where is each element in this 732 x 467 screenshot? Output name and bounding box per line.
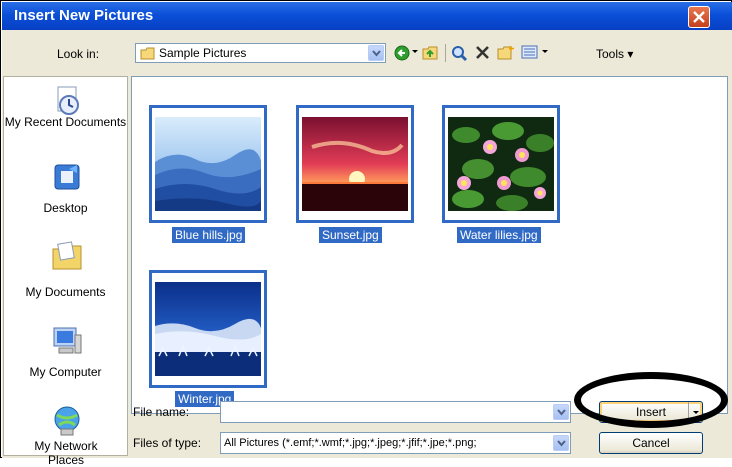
- cancel-button-label: Cancel: [632, 436, 670, 450]
- file-name-sunset[interactable]: Sunset.jpg: [319, 227, 382, 243]
- insert-pictures-dialog: Insert New Pictures Look in: Sample Pict…: [0, 0, 732, 467]
- look-in-dropdown-arrow[interactable]: [368, 45, 384, 61]
- cancel-button[interactable]: Cancel: [599, 432, 703, 454]
- views-icon[interactable]: [521, 45, 539, 60]
- file-type-label: Files of type:: [133, 436, 202, 450]
- look-in-label: Look in:: [57, 47, 100, 61]
- dialog-title: Insert New Pictures: [14, 7, 154, 24]
- file-name-input[interactable]: [220, 401, 571, 423]
- up-folder-icon[interactable]: [422, 45, 439, 61]
- dialog-body: Look in: Sample Pictures Tools ▾ My Rece…: [2, 30, 732, 467]
- insert-dropdown-icon: [693, 411, 699, 414]
- file-name-blue-hills[interactable]: Blue hills.jpg: [172, 227, 246, 243]
- tools-menu[interactable]: Tools ▾: [596, 47, 633, 61]
- places-bar: My Recent Documents Desktop My Documents…: [3, 76, 128, 467]
- thumbnail-water-lilies[interactable]: [442, 105, 560, 223]
- tools-label: Tools: [596, 47, 625, 61]
- delete-icon[interactable]: [475, 45, 490, 60]
- water-lilies-image: [448, 117, 554, 211]
- place-label: My Documents: [25, 285, 106, 299]
- thumbnail-blue-hills[interactable]: [149, 105, 267, 223]
- new-folder-icon[interactable]: [497, 45, 515, 61]
- look-in-dropdown[interactable]: Sample Pictures: [135, 43, 386, 63]
- insert-button-label: Insert: [635, 405, 666, 419]
- file-type-value: All Pictures (*.emf;*.wmf;*.jpg;*.jpeg;*…: [224, 437, 477, 449]
- my-documents-icon: [52, 241, 82, 270]
- desktop-icon: [54, 164, 80, 190]
- file-type-dropdown[interactable]: All Pictures (*.emf;*.wmf;*.jpg;*.jpeg;*…: [220, 432, 571, 454]
- place-label: Desktop: [43, 201, 88, 215]
- thumbnail-sunset[interactable]: [296, 105, 414, 223]
- blue-hills-image: [155, 117, 261, 211]
- search-web-icon[interactable]: [451, 45, 468, 62]
- back-dropdown-icon[interactable]: [412, 50, 418, 54]
- look-in-value: Sample Pictures: [159, 46, 247, 60]
- file-type-dropdown-arrow[interactable]: [553, 435, 569, 451]
- file-name-label: File name:: [133, 405, 190, 419]
- folder-icon: [140, 47, 155, 60]
- close-icon: [693, 11, 705, 23]
- winter-image: [155, 282, 261, 376]
- title-bar: Insert New Pictures: [2, 2, 732, 30]
- chevron-down-icon: [557, 440, 566, 447]
- file-name-water-lilies[interactable]: Water lilies.jpg: [457, 227, 541, 243]
- insert-options-dropdown[interactable]: [688, 402, 703, 422]
- chevron-down-icon: [557, 409, 566, 416]
- network-places-icon: [54, 406, 80, 436]
- file-name-dropdown-arrow[interactable]: [553, 404, 569, 420]
- place-label: My Recent Documents: [4, 115, 127, 129]
- views-dropdown-icon[interactable]: [542, 50, 548, 54]
- place-label: My Network Places: [34, 439, 98, 467]
- toolbar-separator: [445, 44, 446, 62]
- close-button[interactable]: [688, 6, 710, 28]
- file-list-view[interactable]: Blue hills.jpg Sunset.jpg Water lilies.j…: [131, 76, 728, 414]
- place-label: My Computer: [29, 365, 102, 379]
- sunset-image: [302, 117, 408, 211]
- recent-documents-icon: [57, 86, 79, 115]
- chevron-down-icon: [372, 50, 381, 57]
- thumbnail-winter[interactable]: [149, 270, 267, 388]
- back-icon[interactable]: [394, 45, 410, 61]
- my-computer-icon: [53, 327, 82, 354]
